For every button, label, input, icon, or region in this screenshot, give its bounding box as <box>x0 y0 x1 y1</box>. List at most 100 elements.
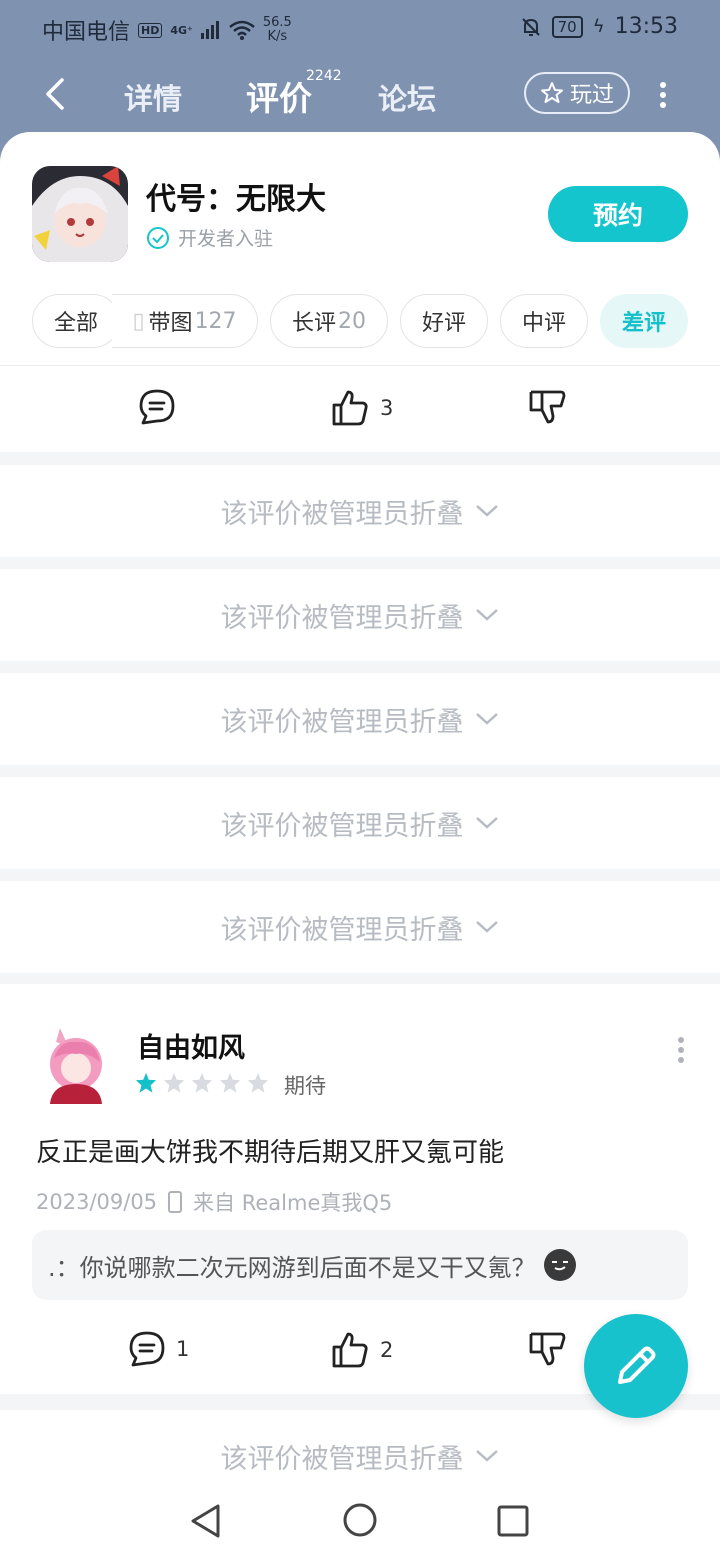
game-card: 代号：无限大 开发者入驻 预约 全部 ▯ 带图 127 长评 20 好评 中评 … <box>0 132 720 367</box>
thumbs-up-icon <box>332 390 368 426</box>
filter-count: 127 <box>194 308 237 334</box>
signal-icon <box>200 21 219 39</box>
clock: 13:53 <box>614 14 678 39</box>
tab-reviews[interactable]: 评价 <box>246 72 312 120</box>
avatar[interactable] <box>40 1024 112 1104</box>
filter-label: 全部 <box>53 311 98 336</box>
folded-label: 该评价被管理员折叠 <box>220 914 464 946</box>
filter-negative[interactable]: 差评 <box>600 294 688 348</box>
carrier-label: 中国电信 <box>42 20 131 45</box>
thumbs-up-icon <box>332 1332 368 1368</box>
nav-home-icon[interactable] <box>342 1502 378 1538</box>
star-icon <box>163 1072 185 1093</box>
pencil-icon <box>618 1346 656 1384</box>
filter-positive[interactable]: 好评 <box>400 294 488 348</box>
star-icon <box>191 1072 213 1093</box>
folded-review[interactable]: 该评价被管理员折叠 <box>0 881 720 973</box>
star-icon <box>247 1072 269 1093</box>
mute-bell-icon <box>521 17 540 36</box>
review-action-bar: 3 <box>0 366 720 452</box>
thumbs-down-icon <box>529 390 566 424</box>
played-button[interactable]: 玩过 <box>524 72 630 114</box>
developer-label: 开发者入驻 <box>178 228 274 250</box>
nav-back-icon[interactable] <box>188 1502 224 1540</box>
reserve-button[interactable]: 预约 <box>548 186 688 242</box>
folded-review[interactable]: 该评价被管理员折叠 <box>0 673 720 765</box>
folded-review[interactable]: 该评价被管理员折叠 <box>0 465 720 557</box>
comment-icon <box>129 1331 165 1367</box>
comment-count: 1 <box>176 1337 190 1361</box>
folded-label: 该评价被管理员折叠 <box>220 498 464 530</box>
filter-label: 差评 <box>621 311 666 336</box>
chevron-down-icon <box>475 713 498 725</box>
reviewer-name[interactable]: 自由如风 <box>137 1026 245 1065</box>
star-icon <box>135 1072 157 1093</box>
filter-all[interactable]: 全部 <box>32 294 120 348</box>
folded-label: 该评价被管理员折叠 <box>220 706 464 738</box>
filter-with-image[interactable]: ▯ 带图 127 <box>112 294 258 348</box>
dislike-button[interactable] <box>528 1330 568 1370</box>
played-label: 玩过 <box>569 83 614 108</box>
review-date: 2023/09/05 <box>36 1190 158 1214</box>
charging-icon: ϟ <box>592 16 605 37</box>
battery-level: 70 <box>551 15 583 38</box>
comment-icon <box>139 389 175 425</box>
back-icon[interactable] <box>40 74 70 114</box>
status-bar: 中国电信 HD 4G⁺ 56.5 K/s 70 ϟ 13:53 <box>0 0 720 56</box>
like-button[interactable]: 3 <box>330 388 393 428</box>
review-filters: 全部 ▯ 带图 127 长评 20 好评 中评 差评 <box>32 294 720 352</box>
rating-label: 期待 <box>284 1074 326 1098</box>
tab-forum[interactable]: 论坛 <box>378 76 436 118</box>
more-vertical-icon[interactable] <box>656 80 670 110</box>
filter-label: 中评 <box>521 311 566 336</box>
net-speed: 56.5 K/s <box>263 16 292 44</box>
avatar-image <box>50 1028 102 1104</box>
smirk-emoji-icon <box>543 1249 576 1281</box>
folded-review[interactable]: 该评价被管理员折叠 <box>0 569 720 661</box>
chevron-down-icon <box>475 1450 498 1462</box>
game-title: 代号：无限大 <box>146 182 326 217</box>
wifi-icon <box>229 20 255 40</box>
net-speed-unit: K/s <box>267 29 288 44</box>
network-type: 4G⁺ <box>170 23 193 37</box>
like-button[interactable]: 2 <box>330 1330 393 1370</box>
net-speed-value: 56.5 <box>262 15 292 30</box>
comment-button[interactable] <box>138 388 176 426</box>
review-more-icon[interactable] <box>676 1036 686 1064</box>
game-artwork <box>32 166 128 262</box>
comment-button[interactable]: 1 <box>128 1330 189 1368</box>
review-device: 来自 Realme真我Q5 <box>193 1191 393 1215</box>
hd-badge: HD <box>138 22 163 38</box>
review-meta: 2023/09/05 来自 Realme真我Q5 <box>36 1187 392 1217</box>
rating-stars <box>135 1072 269 1094</box>
folded-label: 该评价被管理员折叠 <box>220 1443 464 1475</box>
phone-icon <box>168 1191 183 1213</box>
top-nav: 详情 评价 2242 论坛 玩过 <box>0 60 720 130</box>
filter-label: 好评 <box>421 311 466 336</box>
thumbs-down-icon <box>529 1332 566 1366</box>
reply-text: .：你说哪款二次元网游到后面不是又干又氪？ <box>48 1253 536 1282</box>
folded-label: 该评价被管理员折叠 <box>220 810 464 842</box>
filter-long[interactable]: 长评 20 <box>270 294 388 348</box>
filter-label: 带图 <box>148 311 193 336</box>
folded-label: 该评价被管理员折叠 <box>220 602 464 634</box>
review-count-badge: 2242 <box>306 68 342 84</box>
folded-review[interactable]: 该评价被管理员折叠 <box>0 777 720 869</box>
filter-label: 长评 <box>291 311 336 336</box>
chevron-down-icon <box>475 921 498 933</box>
verified-check-icon <box>147 226 169 249</box>
review-text[interactable]: 反正是画大饼我不期待后期又肝又氪可能 <box>36 1132 504 1169</box>
reply-preview[interactable]: .：你说哪款二次元网游到后面不是又干又氪？ <box>32 1230 688 1300</box>
game-icon[interactable] <box>32 166 128 262</box>
write-review-button[interactable] <box>584 1314 688 1418</box>
filter-count: 20 <box>338 308 366 334</box>
dislike-button[interactable] <box>528 388 568 428</box>
filter-neutral[interactable]: 中评 <box>500 294 588 348</box>
system-nav-bar <box>0 1480 720 1560</box>
developer-badge: 开发者入驻 <box>146 224 273 251</box>
chevron-down-icon <box>475 505 498 517</box>
tab-details[interactable]: 详情 <box>124 76 182 118</box>
nav-recents-icon[interactable] <box>496 1504 530 1538</box>
like-count: 2 <box>380 1338 394 1362</box>
star-outline-icon <box>540 82 563 103</box>
